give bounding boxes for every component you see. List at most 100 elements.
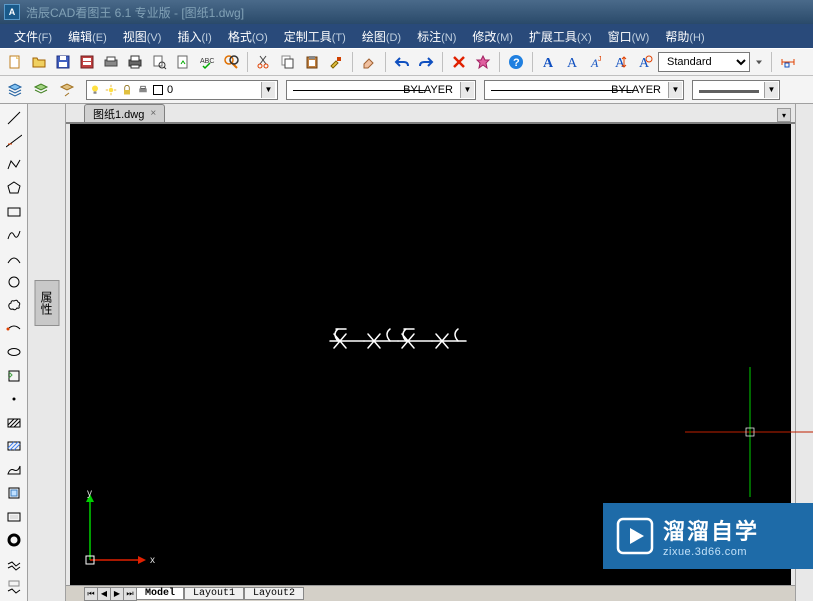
find-button[interactable]: [220, 51, 242, 73]
document-tab-label: 图纸1.dwg: [93, 106, 144, 122]
text-style-dropdown[interactable]: [752, 51, 766, 73]
plotstyle-combo[interactable]: ▼: [692, 80, 780, 100]
layout-next-button[interactable]: ▶: [110, 587, 124, 601]
cut-button[interactable]: [253, 51, 275, 73]
gradient-tool[interactable]: [2, 436, 26, 457]
text-tool-a5[interactable]: A: [634, 51, 656, 73]
text-tool-a1[interactable]: A: [538, 51, 560, 73]
svg-text:A: A: [567, 56, 578, 70]
lineweight-dropdown[interactable]: ▼: [668, 82, 682, 98]
help-button[interactable]: ?: [505, 51, 527, 73]
delete-button[interactable]: [448, 51, 470, 73]
layer-states-button[interactable]: [30, 79, 52, 101]
text-tool-a4[interactable]: A: [610, 51, 632, 73]
lineweight-combo[interactable]: BYLAYER ▼: [484, 80, 684, 100]
properties-panel: 属性: [28, 104, 66, 601]
spline-tool[interactable]: [2, 224, 26, 245]
menu-dimension[interactable]: 标注(N): [409, 24, 464, 49]
layer-manager-button[interactable]: [4, 79, 26, 101]
layer-combo-dropdown[interactable]: ▼: [261, 82, 275, 98]
layer-color-swatch: [153, 85, 163, 95]
multiline-tool[interactable]: [2, 553, 26, 574]
boundary-tool[interactable]: [2, 483, 26, 504]
document-tab-close[interactable]: ×: [150, 108, 156, 119]
print-preview-button[interactable]: [148, 51, 170, 73]
print-button[interactable]: [124, 51, 146, 73]
save-button[interactable]: [52, 51, 74, 73]
menu-bar: 文件(F) 编辑(E) 视图(V) 插入(I) 格式(O) 定制工具(T) 绘图…: [0, 24, 813, 48]
document-tabs: 图纸1.dwg × ▾: [66, 104, 795, 124]
region-tool[interactable]: [2, 459, 26, 480]
text-tool-a3[interactable]: AJ: [586, 51, 608, 73]
line-tool[interactable]: [2, 107, 26, 128]
circle-tool[interactable]: [2, 271, 26, 292]
svg-text:ABC: ABC: [200, 58, 214, 65]
purge-button[interactable]: [472, 51, 494, 73]
point-tool[interactable]: [2, 389, 26, 410]
properties-tab[interactable]: 属性: [34, 280, 59, 326]
text-style-combo[interactable]: Standard: [658, 52, 750, 72]
publish-button[interactable]: [172, 51, 194, 73]
layer-combo[interactable]: 0 ▼: [86, 80, 278, 100]
menu-express-tools[interactable]: 扩展工具(X): [521, 24, 600, 49]
title-bar: A 浩辰CAD看图王 6.1 专业版 - [图纸1.dwg]: [0, 0, 813, 24]
polygon-tool[interactable]: [2, 177, 26, 198]
menu-format[interactable]: 格式(O): [220, 24, 276, 49]
document-tabs-overflow[interactable]: ▾: [777, 108, 791, 122]
menu-view[interactable]: 视图(V): [115, 24, 170, 49]
mtext-tool[interactable]: [2, 576, 26, 597]
menu-file[interactable]: 文件(F): [6, 24, 60, 49]
watermark-url: zixue.3d66.com: [663, 546, 759, 558]
saveall-button[interactable]: [76, 51, 98, 73]
spell-check-button[interactable]: ABC: [196, 51, 218, 73]
ellipse-tool[interactable]: [2, 342, 26, 363]
donut-tool[interactable]: [2, 529, 26, 550]
menu-edit[interactable]: 编辑(E): [60, 24, 115, 49]
menu-insert[interactable]: 插入(I): [169, 24, 219, 49]
arc-tool[interactable]: [2, 248, 26, 269]
menu-draw[interactable]: 绘图(D): [354, 24, 409, 49]
plot-button[interactable]: [100, 51, 122, 73]
lineweight-label: BYLAYER: [611, 84, 661, 96]
layout-tab-model[interactable]: Model: [136, 587, 184, 600]
revision-cloud-tool[interactable]: [2, 295, 26, 316]
dim-tool-icon[interactable]: [777, 51, 799, 73]
hatch-tool[interactable]: [2, 412, 26, 433]
text-tool-a2[interactable]: A: [562, 51, 584, 73]
ellipse-arc-tool[interactable]: [2, 318, 26, 339]
insert-block-tool[interactable]: [2, 365, 26, 386]
layer-lock-icon: [121, 84, 133, 96]
svg-text:J: J: [598, 56, 602, 63]
undo-button[interactable]: [391, 51, 413, 73]
menu-custom-tools[interactable]: 定制工具(T): [276, 24, 354, 49]
svg-text:A: A: [543, 56, 554, 70]
rectangle-tool[interactable]: [2, 201, 26, 222]
layout-first-button[interactable]: ⏮: [84, 587, 98, 601]
watermark-play-icon: [615, 516, 655, 556]
layout-prev-button[interactable]: ◀: [97, 587, 111, 601]
layer-bulb-icon: [89, 84, 101, 96]
layout-tabs: ⏮ ◀ ▶ ⏭ Model Layout1 Layout2: [66, 585, 795, 601]
wipeout-tool[interactable]: [2, 506, 26, 527]
linetype-dropdown[interactable]: ▼: [460, 82, 474, 98]
layer-name: 0: [167, 84, 257, 96]
construction-line-tool[interactable]: [2, 130, 26, 151]
redo-button[interactable]: [415, 51, 437, 73]
layout-tab-1[interactable]: Layout1: [184, 587, 244, 600]
match-prop-button[interactable]: [325, 51, 347, 73]
erase-button[interactable]: [358, 51, 380, 73]
plotstyle-dropdown[interactable]: ▼: [764, 82, 778, 98]
menu-help[interactable]: 帮助(H): [657, 24, 712, 49]
document-tab[interactable]: 图纸1.dwg ×: [84, 104, 165, 122]
copy-button[interactable]: [277, 51, 299, 73]
paste-button[interactable]: [301, 51, 323, 73]
layer-previous-button[interactable]: [56, 79, 78, 101]
linetype-combo[interactable]: BYLAYER ▼: [286, 80, 476, 100]
menu-modify[interactable]: 修改(M): [464, 24, 521, 49]
layout-tab-2[interactable]: Layout2: [244, 587, 304, 600]
layout-last-button[interactable]: ⏭: [123, 587, 137, 601]
open-button[interactable]: [28, 51, 50, 73]
menu-window[interactable]: 窗口(W): [600, 24, 658, 49]
new-button[interactable]: [4, 51, 26, 73]
polyline-tool[interactable]: [2, 154, 26, 175]
